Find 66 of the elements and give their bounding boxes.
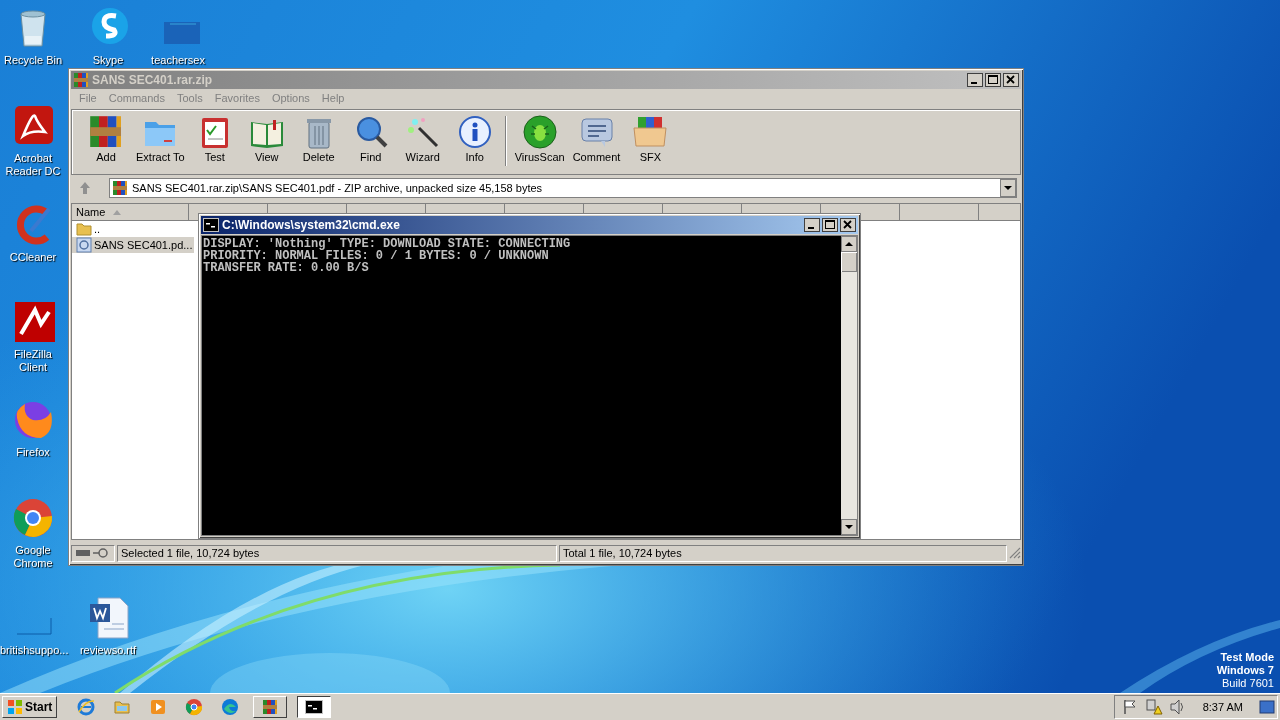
toolbar-button[interactable]: Info: [448, 114, 501, 163]
status-text: Total 1 file, 10,724 bytes: [559, 544, 1007, 562]
desktop-icon-label[interactable]: CCleaner: [9, 251, 57, 264]
os-notice-text: Windows 7: [1216, 664, 1274, 677]
scroll-thumb[interactable]: [841, 252, 857, 272]
os-notice-text: Test Mode: [1219, 651, 1274, 664]
file-row[interactable]: SANS SEC401.pd...: [72, 237, 194, 253]
console-app-icon: [305, 700, 324, 714]
start-button[interactable]: Start: [2, 696, 58, 718]
toolbar-button[interactable]: Test: [188, 114, 241, 163]
toolbar-button[interactable]: Comment: [568, 114, 625, 163]
scroll-up-button[interactable]: [841, 236, 857, 252]
toolbar-button[interactable]: SFX: [624, 114, 677, 163]
window-title: SANS SEC401.rar.zip: [92, 73, 214, 87]
console-line: TRANSFER RATE: 0.00 B/S: [203, 262, 370, 274]
resize-grip-icon[interactable]: [1009, 547, 1021, 559]
info-icon: [456, 114, 493, 150]
window-title: C:\Windows\system32\cmd.exe: [222, 218, 401, 232]
address-field[interactable]: SANS SEC401.rar.zip\SANS SEC401.pdf - ZIP archive, unpacked size 45,158 bytes: [109, 178, 1017, 198]
sort-arrow-icon: [113, 209, 122, 215]
archive-app-icon: [262, 699, 279, 715]
desktop-icon-label[interactable]: Recycle Bin: [3, 54, 63, 67]
bug-icon: [521, 114, 558, 150]
minimize-button[interactable]: [804, 218, 820, 232]
close-button[interactable]: [840, 218, 856, 232]
archive-books-icon: [88, 114, 124, 150]
scrollbar[interactable]: [841, 236, 857, 535]
archive-app-icon: [73, 72, 89, 88]
minimize-button[interactable]: [967, 73, 983, 87]
document-icon: [76, 237, 92, 253]
dropdown-button[interactable]: [1000, 179, 1016, 197]
chrome-icon[interactable]: [11, 496, 55, 540]
archive-app-icon: [112, 180, 128, 196]
box-icon: [632, 114, 669, 150]
desktop-icon-label[interactable]: teachersex: [151, 54, 205, 67]
maximize-button[interactable]: [822, 218, 838, 232]
chrome-icon[interactable]: [185, 698, 204, 716]
desktop-icon-label[interactable]: FileZilla Client: [0, 348, 66, 374]
address-text: SANS SEC401.rar.zip\SANS SEC401.pdf - ZIP archive, unpacked size 45,158 bytes: [132, 182, 544, 194]
windows-logo-icon: [7, 699, 23, 715]
close-button[interactable]: [1003, 73, 1019, 87]
desktop-icon-label[interactable]: Firefox: [16, 446, 50, 459]
taskbar-button[interactable]: [297, 696, 332, 718]
toolbar-button[interactable]: Extract To: [132, 114, 189, 163]
toolbar-button[interactable]: View: [240, 114, 293, 163]
file-row[interactable]: ..: [72, 221, 194, 237]
desktop-icon-label[interactable]: Skype: [92, 54, 124, 67]
toolbar-button[interactable]: Delete: [292, 114, 345, 163]
browser-e-icon[interactable]: [77, 698, 96, 716]
drive-key-icon: [75, 547, 111, 559]
toolbar-button[interactable]: Wizard: [396, 114, 449, 163]
network-warning-icon[interactable]: [1144, 698, 1163, 716]
desktop-icon-label[interactable]: Acrobat Reader DC: [0, 152, 66, 178]
console-app-icon: [203, 218, 219, 232]
console-line: DISPLAY: 'Nothing' TYPE: DOWNLOAD STATE: CONNECTING: [203, 238, 572, 250]
status-text: Selected 1 file, 10,724 bytes: [117, 544, 557, 562]
toolbar-button[interactable]: VirusScan: [510, 114, 569, 163]
os-notice-text: Build 7601: [1221, 677, 1274, 690]
toolbar-button[interactable]: Find: [344, 114, 397, 163]
edge-icon[interactable]: [221, 698, 240, 716]
scroll-down-button[interactable]: [841, 519, 857, 535]
toolbar-button[interactable]: Add: [80, 114, 132, 163]
maximize-button[interactable]: [985, 73, 1001, 87]
show-desktop-button[interactable]: [1259, 698, 1275, 716]
clock[interactable]: 8:37 AM: [1202, 701, 1243, 713]
console-line: PRIORITY: NORMAL FILES: 0 / 1 BYTES: 0 / UNKNOWN: [203, 250, 550, 262]
